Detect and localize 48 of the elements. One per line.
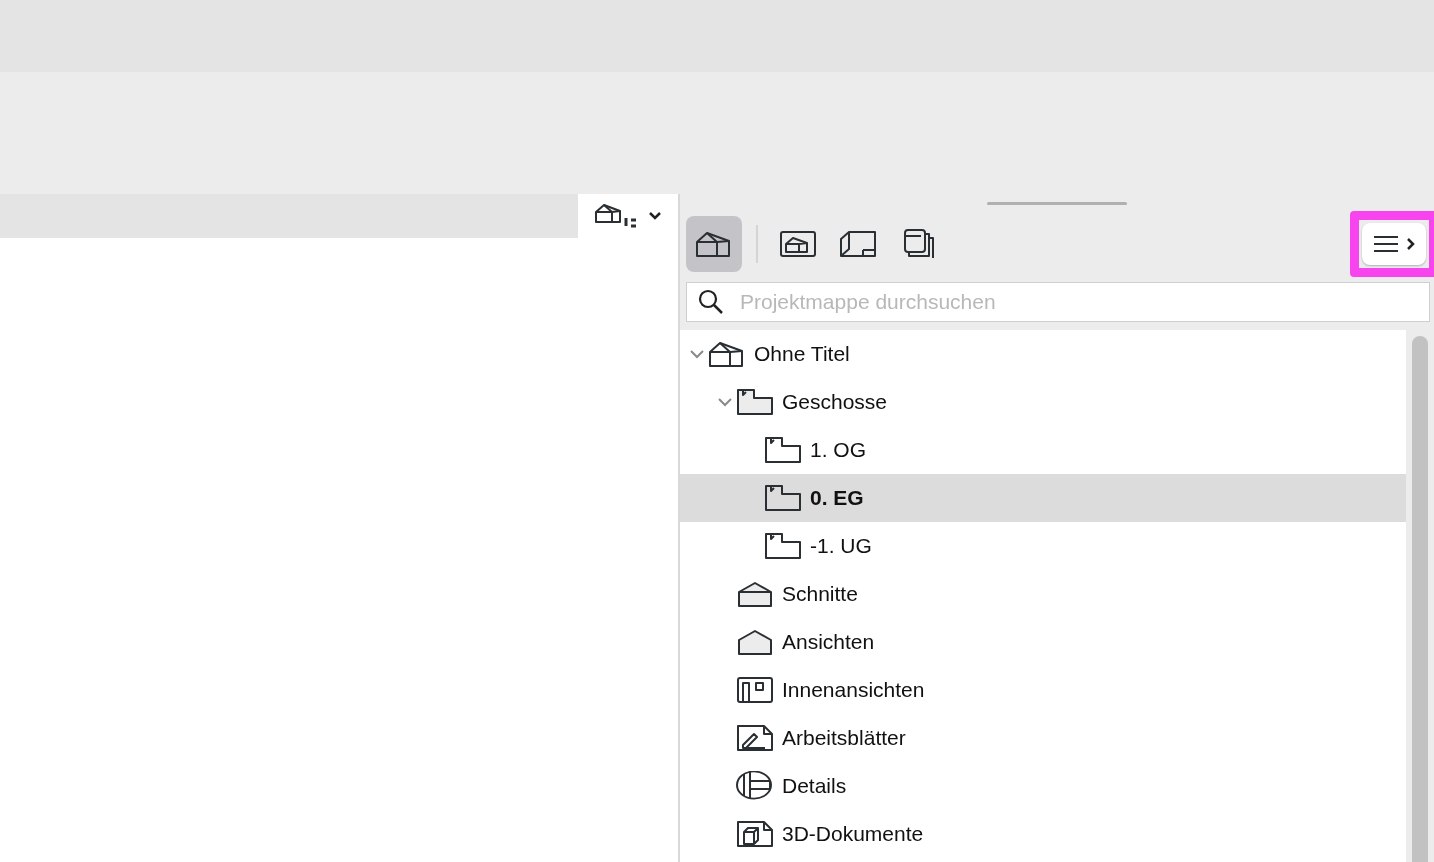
tree-row[interactable]: 0. EG xyxy=(680,474,1406,522)
chevron-down-icon xyxy=(648,211,662,221)
section-icon xyxy=(736,580,774,608)
detail-icon xyxy=(736,771,774,801)
tree-label: Arbeitsblätter xyxy=(782,726,906,750)
elevation-icon xyxy=(736,628,774,656)
house-icon xyxy=(708,340,746,368)
document-3d-icon xyxy=(736,820,774,848)
chevron-down-icon[interactable] xyxy=(717,397,733,407)
tree-label: Schnitte xyxy=(782,582,858,606)
tree-label: Details xyxy=(782,774,847,798)
house-list-icon xyxy=(594,202,638,230)
tree-label: Ohne Titel xyxy=(754,342,850,366)
chevron-down-icon[interactable] xyxy=(689,349,705,359)
layout-sheet-icon xyxy=(839,229,877,258)
view-tab[interactable] xyxy=(578,194,678,238)
worksheet-icon xyxy=(736,724,774,752)
tree-label: 1. OG xyxy=(810,438,867,462)
tree-label: Innenansichten xyxy=(782,678,925,702)
tree-row[interactable]: -1. UG xyxy=(680,522,1406,570)
floor-plan-icon xyxy=(736,388,774,416)
tree-label: -1. UG xyxy=(810,534,872,558)
tree-row[interactable]: Innenansichten xyxy=(680,666,1406,714)
scrollbar-thumb[interactable] xyxy=(1412,336,1428,862)
view-button[interactable] xyxy=(686,215,742,272)
tree-row[interactable]: Geschosse xyxy=(680,378,1406,426)
tree-label: 3D-Dokumente xyxy=(782,822,924,846)
interior-view-icon xyxy=(736,676,774,704)
drag-handle[interactable] xyxy=(987,202,1127,205)
floor-plan-icon xyxy=(764,532,802,560)
tree-label: 0. EG xyxy=(810,486,864,510)
floor-plan-icon xyxy=(764,436,802,464)
menu-button[interactable] xyxy=(1362,222,1426,265)
menu-icon xyxy=(1373,233,1399,254)
tree-row[interactable]: Details xyxy=(680,762,1406,810)
tree-row[interactable]: Schnitte xyxy=(680,570,1406,618)
tree-row[interactable]: Ohne Titel xyxy=(680,330,1406,378)
chevron-right-icon xyxy=(1407,236,1415,251)
house-icon xyxy=(695,229,733,258)
tree-label: Geschosse xyxy=(782,390,888,414)
tree-row[interactable]: 3D-Dokumente xyxy=(680,810,1406,858)
tree-label: Ansichten xyxy=(782,630,875,654)
tree-row[interactable]: Ansichten xyxy=(680,618,1406,666)
search-field[interactable]: Projektmappe durchsuchen xyxy=(686,282,1430,322)
tree-row[interactable]: Arbeitsblätter xyxy=(680,714,1406,762)
framed-house-icon xyxy=(779,229,817,258)
floor-plan-icon xyxy=(764,484,802,512)
tree-row[interactable]: 1. OG xyxy=(680,426,1406,474)
